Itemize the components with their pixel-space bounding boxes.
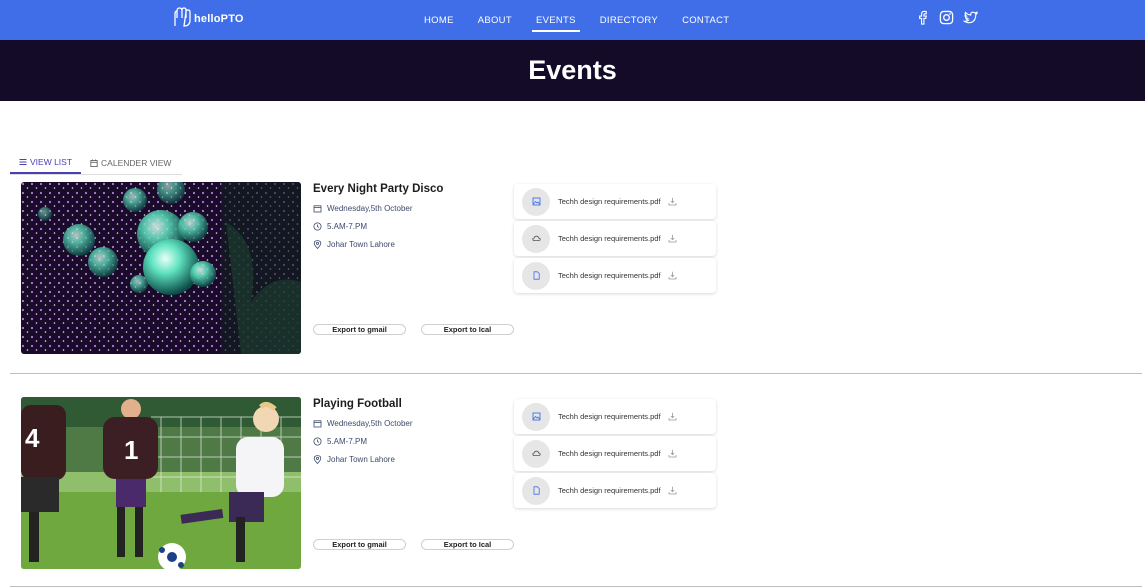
event-image-disco <box>21 182 301 354</box>
view-tabs: VIEW LIST CALENDER VIEW <box>10 152 180 174</box>
attachment-name: Techh design requirements.pdf <box>558 449 661 458</box>
svg-text:1: 1 <box>124 435 138 465</box>
image-file-icon <box>522 187 550 216</box>
nav-about[interactable]: ABOUT <box>466 0 524 40</box>
download-icon[interactable] <box>668 449 678 459</box>
event-card: Every Night Party Disco Wednesday,5th Oc… <box>0 182 1145 372</box>
attachment-item[interactable]: Techh design requirements.pdf <box>514 436 716 471</box>
top-navbar: helloPTO HOME ABOUT EVENTS DIRECTORY CON… <box>0 0 1145 40</box>
event-location-text: Johar Town Lahore <box>327 455 395 464</box>
attachment-item[interactable]: Techh design requirements.pdf <box>514 184 716 219</box>
attachment-item[interactable]: Techh design requirements.pdf <box>514 221 716 256</box>
nav-links: HOME ABOUT EVENTS DIRECTORY CONTACT <box>412 0 741 40</box>
attachment-name: Techh design requirements.pdf <box>558 234 661 243</box>
attachment-item[interactable]: Techh design requirements.pdf <box>514 258 716 293</box>
event-date-text: Wednesday,5th October <box>327 419 413 428</box>
image-file-icon <box>522 402 550 431</box>
export-ical-button[interactable]: Export to Ical <box>421 539 514 550</box>
document-file-icon <box>522 476 550 505</box>
export-ical-button[interactable]: Export to Ical <box>421 324 514 335</box>
download-icon[interactable] <box>668 486 678 496</box>
attachment-name: Techh design requirements.pdf <box>558 412 661 421</box>
attachment-name: Techh design requirements.pdf <box>558 271 661 280</box>
page-title: Events <box>528 55 617 85</box>
clock-icon <box>313 437 322 446</box>
page-header-banner: Events <box>0 40 1145 101</box>
event-image-football: 4 1 <box>21 397 301 569</box>
event-location: Johar Town Lahore <box>313 240 395 249</box>
social-links <box>914 9 978 25</box>
twitter-icon[interactable] <box>962 9 978 25</box>
event-time: 5.AM-7.PM <box>313 437 367 446</box>
nav-events[interactable]: EVENTS <box>524 0 588 40</box>
event-card: 4 1 Playing Football Wednesday,5th Octob… <box>0 397 1145 587</box>
event-divider <box>10 373 1142 374</box>
event-title: Playing Football <box>313 398 402 410</box>
download-icon[interactable] <box>668 271 678 281</box>
list-icon <box>19 159 27 165</box>
attachment-name: Techh design requirements.pdf <box>558 486 661 495</box>
document-file-icon <box>522 261 550 290</box>
tab-calendar-view-label: CALENDER VIEW <box>101 158 172 168</box>
calendar-icon <box>90 159 98 167</box>
tab-view-list-label: VIEW LIST <box>30 157 73 167</box>
instagram-icon[interactable] <box>938 9 954 25</box>
event-divider <box>10 586 1142 587</box>
disco-balls-image <box>21 182 301 354</box>
event-location: Johar Town Lahore <box>313 455 395 464</box>
tabs-underline <box>10 174 182 175</box>
hand-logo-icon <box>174 7 191 27</box>
facebook-icon[interactable] <box>914 9 930 25</box>
cloud-file-icon <box>522 439 550 468</box>
download-icon[interactable] <box>668 234 678 244</box>
nav-contact[interactable]: CONTACT <box>670 0 741 40</box>
location-pin-icon <box>313 455 322 464</box>
tab-view-list[interactable]: VIEW LIST <box>10 152 82 174</box>
event-title: Every Night Party Disco <box>313 183 444 195</box>
football-players-image: 4 1 <box>21 397 301 569</box>
event-time-text: 5.AM-7.PM <box>327 222 368 231</box>
download-icon[interactable] <box>668 412 678 422</box>
event-time-text: 5.AM-7.PM <box>327 437 368 446</box>
attachment-item[interactable]: Techh design requirements.pdf <box>514 399 716 434</box>
event-date: Wednesday,5th October <box>313 204 413 213</box>
attachment-item[interactable]: Techh design requirements.pdf <box>514 473 716 508</box>
export-gmail-button[interactable]: Export to gmail <box>313 324 406 335</box>
export-gmail-button[interactable]: Export to gmail <box>313 539 406 550</box>
calendar-icon <box>313 205 322 213</box>
event-date-text: Wednesday,5th October <box>327 204 413 213</box>
logo-text: helloPTO <box>194 13 244 25</box>
nav-home[interactable]: HOME <box>412 0 466 40</box>
event-location-text: Johar Town Lahore <box>327 240 395 249</box>
svg-text:4: 4 <box>25 423 40 453</box>
logo[interactable]: helloPTO <box>172 6 244 28</box>
location-pin-icon <box>313 240 322 249</box>
cloud-file-icon <box>522 224 550 253</box>
event-date: Wednesday,5th October <box>313 419 413 428</box>
tab-calendar-view[interactable]: CALENDER VIEW <box>81 152 180 174</box>
download-icon[interactable] <box>668 197 678 207</box>
clock-icon <box>313 222 322 231</box>
nav-directory[interactable]: DIRECTORY <box>588 0 670 40</box>
event-time: 5.AM-7.PM <box>313 222 367 231</box>
calendar-icon <box>313 420 322 428</box>
attachment-name: Techh design requirements.pdf <box>558 197 661 206</box>
